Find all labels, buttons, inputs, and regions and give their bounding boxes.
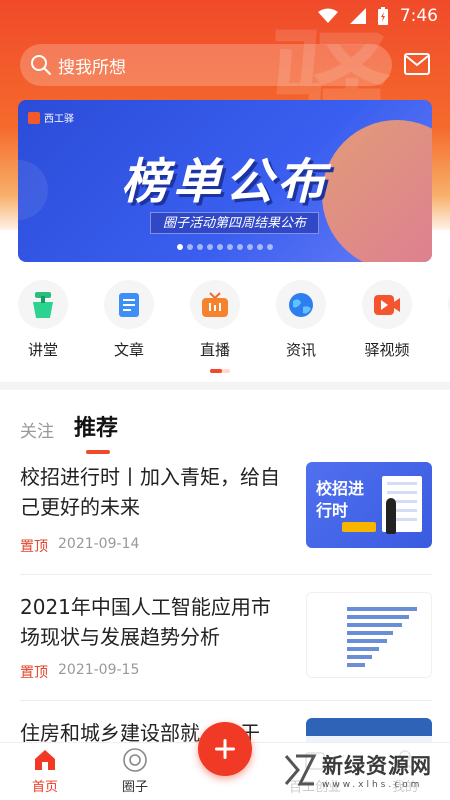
news-globe-icon	[276, 280, 326, 329]
mail-icon[interactable]	[404, 53, 430, 75]
pagination-dot[interactable]	[247, 244, 253, 250]
category-scroll-indicator	[210, 369, 230, 373]
nav-home[interactable]: 首页	[0, 743, 90, 800]
watermark-text: 新绿资源网	[322, 754, 432, 778]
article-icon	[104, 280, 154, 329]
article-thumbnail	[306, 592, 432, 678]
category-label: 资讯	[285, 341, 316, 359]
pagination-dot[interactable]	[267, 244, 273, 250]
search-icon	[31, 55, 51, 75]
signal-icon	[349, 8, 366, 24]
pagination-dot[interactable]	[197, 244, 203, 250]
circle-icon	[123, 748, 147, 772]
article-separator	[20, 574, 432, 575]
category-label: 直播	[199, 341, 230, 359]
battery-icon	[377, 7, 388, 25]
category-article[interactable]: 文章	[104, 280, 154, 360]
article-item[interactable]: 2021年中国人工智能应用市场现状与发展趋势分析 置顶 2021-09-15	[20, 592, 432, 682]
pagination-dot[interactable]	[257, 244, 263, 250]
nav-label: 首页	[31, 780, 58, 795]
article-item[interactable]: 校招进行时丨加入青矩，给自己更好的未来 置顶 2021-09-14 校招进行时	[20, 462, 432, 555]
article-meta: 置顶 2021-09-15	[20, 662, 139, 682]
search-placeholder: 搜我所想	[58, 57, 126, 78]
lecture-icon	[18, 280, 68, 329]
watermark-logo-icon	[284, 754, 317, 786]
status-time: 7:46	[399, 6, 438, 26]
home-icon	[35, 750, 55, 770]
plus-icon	[215, 739, 235, 759]
banner-logo: 西工驿	[28, 110, 74, 125]
category-live[interactable]: 直播	[190, 280, 240, 360]
thumbnail-bar	[347, 655, 372, 659]
article-title: 校招进行时丨加入青矩，给自己更好的未来	[20, 465, 280, 519]
nav-circle[interactable]: 圈子	[90, 743, 180, 800]
tab-follow[interactable]: 关注	[20, 417, 54, 442]
thumbnail-header	[306, 718, 432, 736]
banner-pagination	[18, 244, 432, 250]
category-label: 讲堂	[27, 341, 58, 359]
article-date: 2021-09-15	[58, 662, 140, 678]
article-separator	[20, 700, 432, 701]
nav-label: 圈子	[121, 780, 148, 795]
thumbnail-bar	[347, 615, 409, 619]
logo-mark-icon	[28, 111, 40, 124]
category-news[interactable]: 资讯	[276, 280, 326, 360]
category-lecture[interactable]: 讲堂	[18, 280, 68, 360]
banner-title: 榜单公布	[120, 154, 329, 210]
article-title: 2021年中国人工智能应用市场现状与发展趋势分析	[20, 595, 271, 649]
banner-logo-text: 西工驿	[44, 114, 74, 125]
pagination-dot[interactable]	[207, 244, 213, 250]
banner-subtitle: 圈子活动第四周结果公布	[150, 212, 320, 234]
section-divider	[0, 382, 450, 390]
pagination-dot[interactable]	[227, 244, 233, 250]
article-meta: 置顶 2021-09-14	[20, 536, 139, 556]
thumbnail-bar	[347, 639, 387, 643]
tab-recommend[interactable]: 推荐	[74, 410, 118, 454]
watermark: 新绿资源网 www.xlhs.com	[282, 748, 442, 792]
thumbnail-bar	[347, 607, 417, 611]
thumbnail-button	[342, 522, 376, 532]
thumbnail-bar	[347, 623, 402, 627]
status-bar: 7:46	[0, 0, 450, 32]
thumbnail-person	[386, 498, 396, 534]
video-icon	[362, 280, 412, 329]
pagination-dot[interactable]	[217, 244, 223, 250]
category-label: 文章	[113, 341, 144, 359]
live-icon	[190, 280, 240, 329]
pinned-tag: 置顶	[20, 539, 48, 555]
pinned-tag: 置顶	[20, 665, 48, 681]
article-date: 2021-09-14	[58, 536, 140, 552]
pagination-dot[interactable]	[177, 244, 183, 250]
create-post-button[interactable]	[198, 722, 252, 776]
promo-banner[interactable]: 西工驿 榜单公布 圈子活动第四周结果公布	[18, 100, 432, 262]
search-input[interactable]: 搜我所想	[20, 44, 392, 86]
pagination-dot[interactable]	[237, 244, 243, 250]
thumbnail-bar	[347, 647, 379, 651]
article-thumbnail: 校招进行时	[306, 462, 432, 548]
feed-tabs: 关注 推荐	[20, 410, 118, 454]
pagination-dot[interactable]	[187, 244, 193, 250]
search-row: 搜我所想	[20, 44, 430, 86]
thumbnail-bar	[347, 631, 393, 635]
category-label: 驿视频	[364, 341, 410, 359]
watermark-url: www.xlhs.com	[322, 780, 423, 790]
category-row: 讲堂 文章 直播 资讯 驿视频 工	[0, 280, 450, 360]
thumbnail-bar	[347, 663, 365, 667]
category-video[interactable]: 驿视频	[362, 280, 412, 360]
wifi-icon	[317, 8, 338, 23]
thumbnail-text: 校招进行时	[316, 479, 365, 520]
